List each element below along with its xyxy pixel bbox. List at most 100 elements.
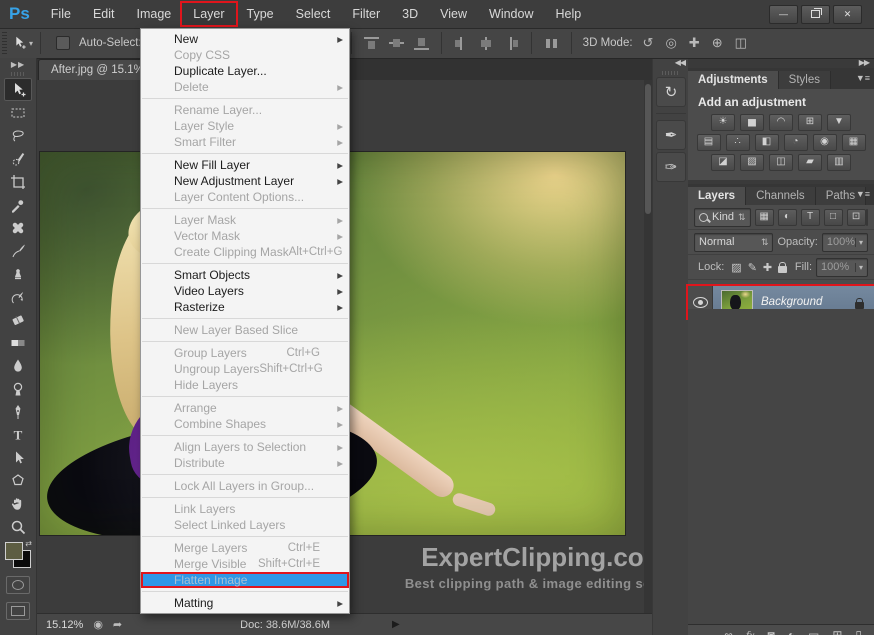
- menubar-item-view[interactable]: View: [429, 3, 478, 25]
- dock-collapse-right-icon[interactable]: ▶▶: [688, 58, 874, 68]
- tab-styles[interactable]: Styles: [779, 71, 831, 89]
- menubar-item-help[interactable]: Help: [545, 3, 593, 25]
- swap-colors-icon[interactable]: ⇄: [25, 539, 32, 548]
- spot-healing-brush-tool[interactable]: [4, 216, 32, 239]
- toolbar-grip[interactable]: [11, 72, 25, 76]
- menu-item-layer-style[interactable]: Layer Style▶: [141, 118, 349, 134]
- menu-item-create-clipping-mask[interactable]: Create Clipping MaskAlt+Ctrl+G: [141, 244, 349, 260]
- history-brush-tool[interactable]: [4, 285, 32, 308]
- menubar-item-window[interactable]: Window: [478, 3, 544, 25]
- menu-item-layer-mask[interactable]: Layer Mask▶: [141, 212, 349, 228]
- filter-toggle-button[interactable]: [866, 209, 868, 226]
- eraser-tool[interactable]: [4, 308, 32, 331]
- clone-source-panel-icon[interactable]: ✑: [656, 152, 686, 182]
- filter-shape-icon[interactable]: □: [824, 209, 843, 226]
- delete-layer-icon[interactable]: ▯: [855, 626, 862, 635]
- menu-item-merge-visible[interactable]: Merge VisibleShift+Ctrl+E: [141, 556, 349, 572]
- align-top-edges-icon[interactable]: [364, 37, 379, 50]
- move-tool[interactable]: [4, 78, 32, 101]
- menu-item-delete[interactable]: Delete▶: [141, 79, 349, 95]
- history-panel-icon[interactable]: ↻: [656, 77, 686, 107]
- menu-item-new-fill-layer[interactable]: New Fill Layer▶: [141, 157, 349, 173]
- blur-tool[interactable]: [4, 354, 32, 377]
- lasso-tool[interactable]: [4, 124, 32, 147]
- quick-selection-tool[interactable]: [4, 147, 32, 170]
- close-button[interactable]: ✕: [833, 5, 862, 24]
- menubar-item-file[interactable]: File: [40, 3, 82, 25]
- dock-grip[interactable]: [662, 71, 680, 75]
- menubar-item-edit[interactable]: Edit: [82, 3, 126, 25]
- crop-tool[interactable]: [4, 170, 32, 193]
- menu-item-copy-css[interactable]: Copy CSS: [141, 47, 349, 63]
- adj-black-white-icon[interactable]: ◧: [755, 134, 779, 151]
- export-icon[interactable]: ➦: [113, 618, 122, 631]
- type-tool[interactable]: T: [4, 423, 32, 446]
- path-selection-tool[interactable]: [4, 446, 32, 469]
- options-grip[interactable]: [2, 32, 7, 54]
- foreground-color-swatch[interactable]: [5, 542, 23, 560]
- add-layer-mask-icon[interactable]: ◙: [767, 626, 774, 635]
- auto-align-layers-icon[interactable]: [544, 37, 559, 50]
- adj-curves-icon[interactable]: ◠: [769, 114, 793, 131]
- lock-all-icon[interactable]: [778, 266, 787, 273]
- 3d-roll-icon[interactable]: ◎: [665, 35, 676, 51]
- rectangular-marquee-tool[interactable]: [4, 101, 32, 124]
- link-layers-icon[interactable]: ∞: [724, 626, 733, 635]
- menu-item-rename-layer[interactable]: Rename Layer...: [141, 102, 349, 118]
- filter-smart-object-icon[interactable]: ⊡: [847, 209, 866, 226]
- brush-tool[interactable]: [4, 239, 32, 262]
- hand-tool[interactable]: [4, 492, 32, 515]
- lock-transparency-icon[interactable]: ▨: [731, 261, 741, 274]
- auto-select-checkbox[interactable]: [56, 36, 70, 50]
- menu-item-layer-content-options[interactable]: Layer Content Options...: [141, 189, 349, 205]
- eyedropper-tool[interactable]: [4, 193, 32, 216]
- adj-color-balance-icon[interactable]: ∴: [726, 134, 750, 151]
- new-layer-icon[interactable]: ⊞: [832, 626, 842, 635]
- menu-item-distribute[interactable]: Distribute▶: [141, 455, 349, 471]
- menu-item-video-layers[interactable]: Video Layers▶: [141, 283, 349, 299]
- adj-gradient-map-icon[interactable]: ▰: [798, 154, 822, 171]
- new-adjustment-layer-icon[interactable]: ◐: [788, 626, 795, 635]
- tab-adjustments[interactable]: Adjustments: [688, 71, 779, 89]
- restore-button[interactable]: [801, 5, 830, 24]
- menu-item-duplicate-layer[interactable]: Duplicate Layer...: [141, 63, 349, 79]
- menu-item-link-layers[interactable]: Link Layers: [141, 501, 349, 517]
- menu-item-matting[interactable]: Matting▶: [141, 595, 349, 611]
- clone-stamp-tool[interactable]: [4, 262, 32, 285]
- menu-item-arrange[interactable]: Arrange▶: [141, 400, 349, 416]
- menu-item-select-linked-layers[interactable]: Select Linked Layers: [141, 517, 349, 533]
- adj-posterize-icon[interactable]: ▨: [740, 154, 764, 171]
- screen-mode-button[interactable]: [6, 602, 30, 620]
- opacity-dropdown[interactable]: 100% ▾: [822, 233, 868, 252]
- filter-pixel-icon[interactable]: ▦: [755, 209, 774, 226]
- zoom-level[interactable]: 15.12%: [46, 619, 83, 631]
- menubar-item-select[interactable]: Select: [285, 3, 342, 25]
- toolbar-collapse-icon[interactable]: ▶▶: [11, 60, 25, 69]
- menu-item-vector-mask[interactable]: Vector Mask▶: [141, 228, 349, 244]
- adj-selective-color-icon[interactable]: ▥: [827, 154, 851, 171]
- menubar-item-type[interactable]: Type: [236, 3, 285, 25]
- pen-tool[interactable]: [4, 400, 32, 423]
- menu-item-new-adjustment-layer[interactable]: New Adjustment Layer▶: [141, 173, 349, 189]
- menu-item-lock-all-layers-in-group[interactable]: Lock All Layers in Group...: [141, 478, 349, 494]
- adj-levels-icon[interactable]: ▅: [740, 114, 764, 131]
- menu-item-new-layer-based-slice[interactable]: New Layer Based Slice: [141, 322, 349, 338]
- filter-type-icon[interactable]: T: [801, 209, 820, 226]
- adj-hue-saturation-icon[interactable]: ▤: [697, 134, 721, 151]
- status-popup-arrow-icon[interactable]: ▶: [392, 619, 400, 630]
- lock-position-icon[interactable]: ✚: [763, 261, 772, 274]
- menu-item-align-layers-to-selection[interactable]: Align Layers to Selection▶: [141, 439, 349, 455]
- scrollbar-thumb[interactable]: [645, 84, 651, 214]
- menu-item-new[interactable]: New▶: [141, 31, 349, 47]
- zoom-tool[interactable]: [4, 515, 32, 538]
- menu-item-smart-objects[interactable]: Smart Objects▶: [141, 267, 349, 283]
- new-group-icon[interactable]: ▭: [808, 626, 819, 635]
- filter-kind-dropdown[interactable]: Kind ⇅: [694, 208, 751, 227]
- quick-mask-button[interactable]: [6, 576, 30, 594]
- lock-paint-icon[interactable]: ✎: [748, 261, 757, 274]
- tab-channels[interactable]: Channels: [746, 187, 816, 205]
- tool-preset-dropdown-icon[interactable]: ▾: [29, 39, 33, 48]
- menubar-item-image[interactable]: Image: [126, 3, 183, 25]
- menu-item-combine-shapes[interactable]: Combine Shapes▶: [141, 416, 349, 432]
- gradient-tool[interactable]: [4, 331, 32, 354]
